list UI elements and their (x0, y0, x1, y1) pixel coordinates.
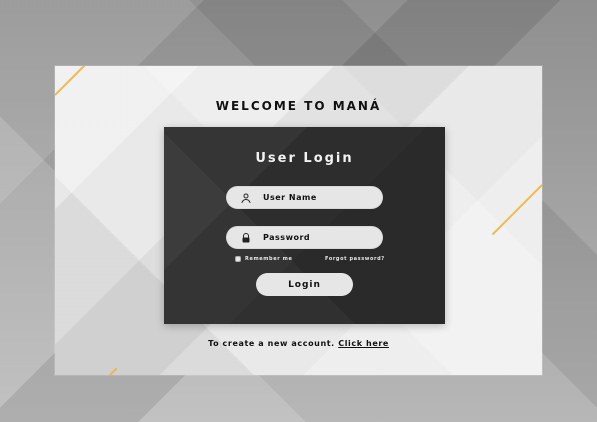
welcome-title: WELCOME TO MANÁ (215, 99, 382, 113)
password-field (226, 226, 383, 249)
create-account-text: To create a new account. (208, 339, 335, 348)
checkbox-icon[interactable] (235, 256, 241, 262)
create-account-link[interactable]: Click here (338, 339, 389, 348)
forgot-password-link[interactable]: Forgot password? (325, 256, 385, 262)
login-button[interactable]: Login (256, 273, 353, 296)
remember-me[interactable]: Remember me (235, 256, 292, 262)
remember-me-label: Remember me (245, 256, 293, 262)
login-card-title: User Login (255, 151, 354, 166)
user-icon (238, 189, 253, 207)
lock-icon (238, 229, 253, 247)
create-account-prompt: To create a new account. Click here (55, 339, 542, 348)
decorative-gold-line-bottom-left (104, 367, 118, 375)
password-input[interactable] (261, 232, 383, 243)
username-input[interactable] (261, 192, 383, 203)
username-field (226, 186, 383, 209)
login-frame: WELCOME TO MANÁ User Login Re (55, 66, 542, 375)
login-card: User Login Remember me Forg (164, 127, 445, 324)
decorative-gold-line-top-left (55, 66, 106, 96)
decorative-gold-line-right (491, 184, 542, 236)
